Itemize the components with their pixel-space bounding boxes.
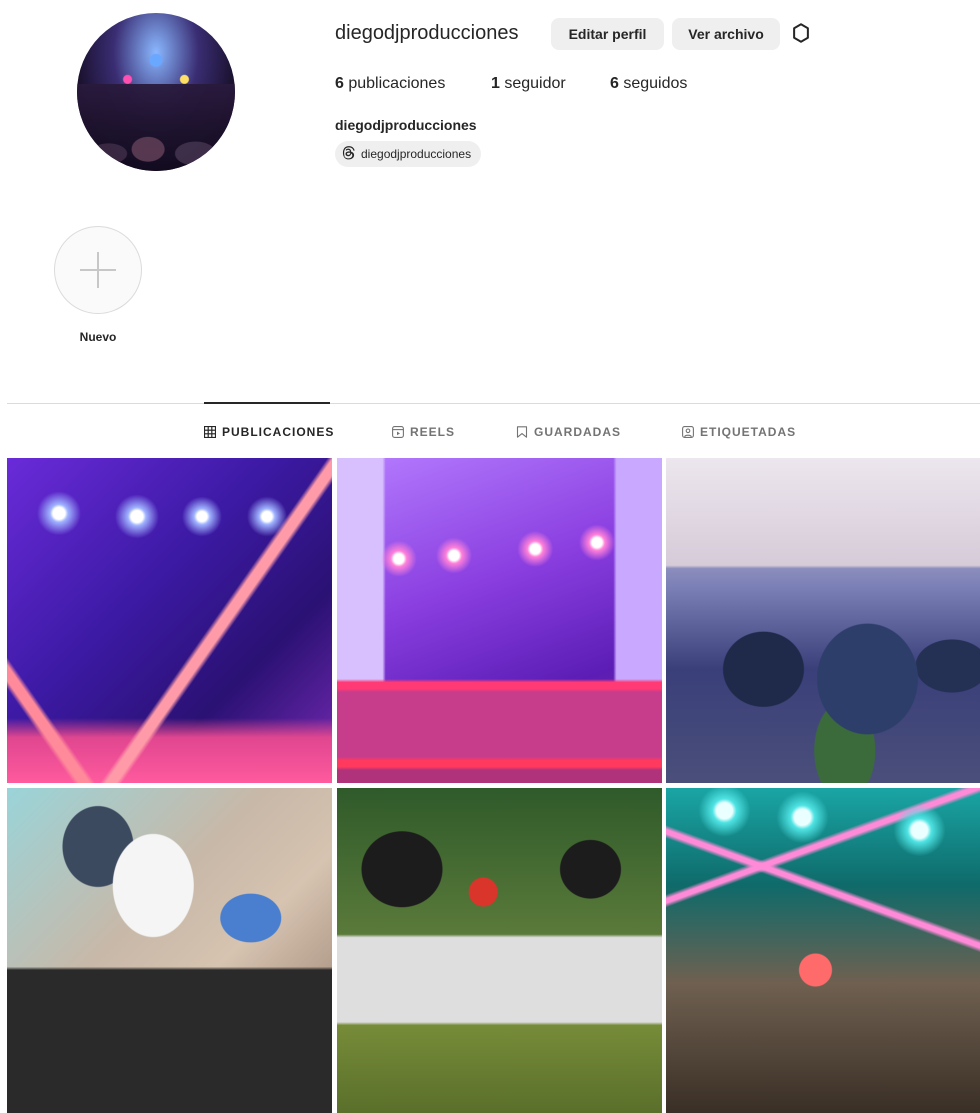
- post-thumbnail[interactable]: [666, 788, 980, 1113]
- new-highlight-label: Nuevo: [79, 330, 117, 344]
- post-thumbnail[interactable]: [337, 788, 662, 1113]
- followers-label: seguidor: [504, 75, 566, 92]
- tab-publicaciones[interactable]: PUBLICACIONES: [204, 425, 334, 439]
- grid-icon: [204, 426, 216, 438]
- tab-label: REELS: [410, 425, 456, 439]
- active-tab-indicator: [204, 402, 330, 404]
- post-thumbnail[interactable]: [337, 458, 662, 783]
- reels-icon: [392, 426, 404, 438]
- posts-count-stat: 6 publicaciones: [335, 75, 445, 93]
- view-archive-button[interactable]: Ver archivo: [672, 18, 780, 50]
- profile-avatar[interactable]: [77, 13, 235, 171]
- tagged-icon: [682, 426, 694, 438]
- edit-profile-button[interactable]: Editar perfil: [551, 18, 664, 50]
- threads-icon: [341, 145, 356, 163]
- post-thumbnail[interactable]: [7, 788, 332, 1113]
- plus-icon: [80, 252, 116, 288]
- tab-label: GUARDADAS: [534, 425, 621, 439]
- followers-stat[interactable]: 1 seguidor: [491, 75, 566, 93]
- new-highlight-button[interactable]: [54, 226, 142, 314]
- threads-link[interactable]: diegodjproducciones: [335, 141, 482, 167]
- posts-label: publicaciones: [348, 75, 446, 92]
- post-thumbnail[interactable]: [666, 458, 980, 783]
- tabs-divider: [7, 403, 980, 404]
- profile-username: diegodjproducciones: [335, 22, 519, 44]
- tab-label: ETIQUETADAS: [700, 425, 797, 439]
- tab-label: PUBLICACIONES: [222, 425, 335, 439]
- followers-count: 1: [491, 75, 500, 92]
- bookmark-icon: [516, 426, 528, 438]
- settings-gear-icon[interactable]: [790, 22, 812, 44]
- following-count: 6: [610, 75, 619, 92]
- threads-handle: diegodjproducciones: [361, 147, 472, 161]
- following-label: seguidos: [623, 75, 688, 92]
- posts-count: 6: [335, 75, 344, 92]
- following-stat[interactable]: 6 seguidos: [610, 75, 687, 93]
- post-thumbnail[interactable]: [7, 458, 332, 783]
- tab-reels[interactable]: REELS: [392, 425, 455, 439]
- profile-full-name: diegodjproducciones: [335, 117, 477, 133]
- tab-guardadas[interactable]: GUARDADAS: [516, 425, 621, 439]
- tab-etiquetadas[interactable]: ETIQUETADAS: [682, 425, 796, 439]
